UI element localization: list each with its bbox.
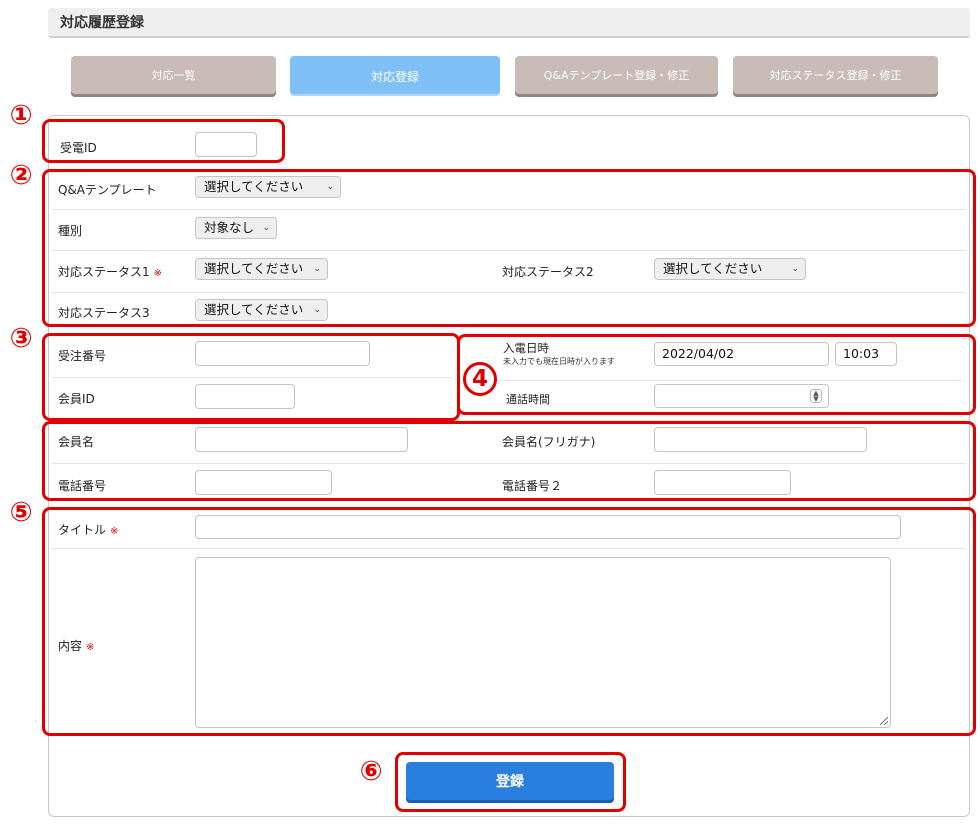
tab-list[interactable]: 対応一覧 — [71, 56, 276, 94]
annotation-number-6: ⑥ — [359, 756, 383, 787]
annotation-box-3a — [42, 333, 460, 421]
tab-qa-template[interactable]: Q&Aテンプレート登録・修正 — [515, 56, 718, 94]
annotation-box-1 — [42, 119, 285, 163]
page-title: 対応履歴登録 — [60, 15, 144, 31]
annotation-box-4 — [457, 334, 976, 415]
annotation-box-2 — [42, 169, 976, 327]
annotation-number-2: ② — [9, 160, 33, 191]
annotation-number-3: ③ — [9, 323, 33, 354]
annotation-box-5 — [42, 507, 976, 736]
annotation-number-4: 4 — [463, 362, 497, 396]
annotation-number-5: ⑤ — [9, 497, 33, 528]
tab-register[interactable]: 対応登録 — [290, 56, 500, 94]
tab-status-settings[interactable]: 対応ステータス登録・修正 — [733, 56, 938, 94]
annotation-box-3b — [42, 421, 976, 501]
submit-button[interactable]: 登録 — [406, 762, 614, 800]
annotation-number-1: ① — [9, 100, 33, 131]
page-title-bar — [48, 8, 970, 38]
